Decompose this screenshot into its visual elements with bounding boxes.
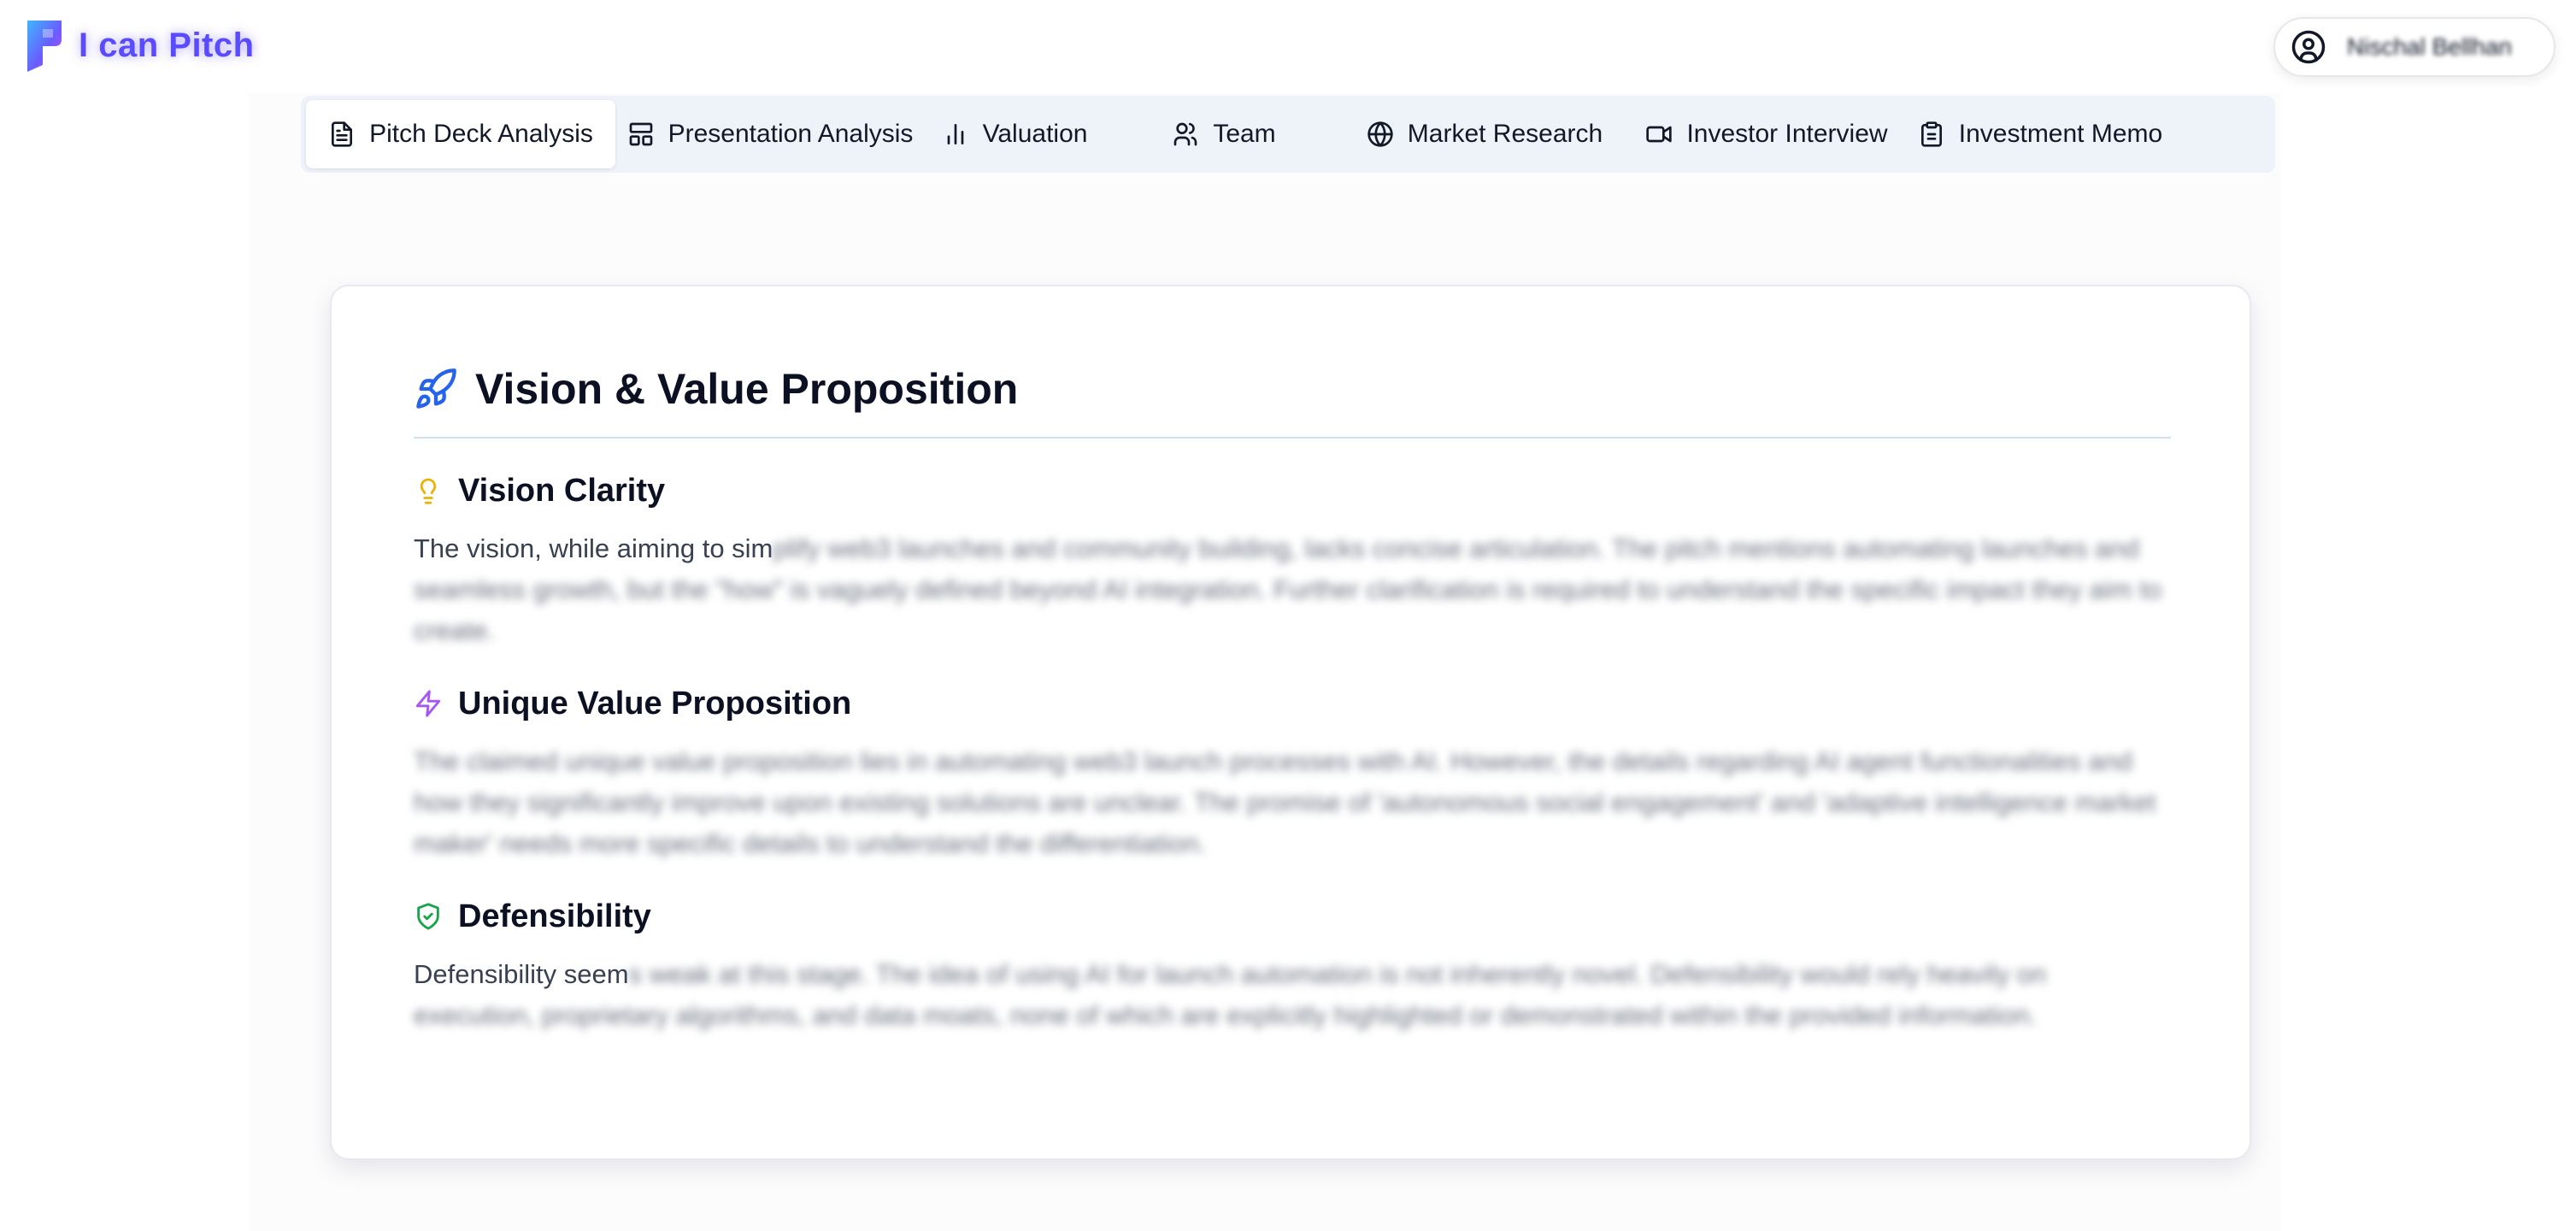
tab-market-research[interactable]: Market Research bbox=[1344, 100, 1626, 168]
tab-label: Market Research bbox=[1407, 120, 1603, 148]
tab-team[interactable]: Team bbox=[1104, 100, 1344, 168]
user-menu-button[interactable]: Nischal Bellhan bbox=[2273, 17, 2555, 77]
tab-valuation[interactable]: Valuation bbox=[925, 100, 1104, 168]
logo-mark-icon bbox=[27, 21, 62, 72]
rocket-icon bbox=[416, 368, 456, 409]
section-text: Defensibility seems weak at this stage. … bbox=[414, 959, 2047, 1030]
file-text-icon bbox=[332, 121, 353, 147]
section-title: Unique Value Proposition bbox=[458, 685, 852, 722]
tab-label: Pitch Deck Analysis bbox=[369, 120, 593, 148]
tab-label: Investor Interview bbox=[1686, 120, 1888, 148]
section-unique-value-proposition: Unique Value Proposition The claimed uni… bbox=[414, 683, 2171, 864]
tab-label: Team bbox=[1213, 120, 1276, 148]
app-name: I can Pitch bbox=[79, 26, 255, 64]
layout-icon bbox=[629, 122, 652, 146]
section-title: Vision Clarity bbox=[458, 472, 666, 509]
app-logo[interactable]: I can Pitch bbox=[22, 17, 255, 74]
section-vision-clarity: Vision Clarity The vision, while aiming … bbox=[414, 470, 2171, 651]
analysis-card: Vision & Value Proposition Vision Clarit… bbox=[330, 285, 2251, 1160]
card-title: Vision & Value Proposition bbox=[475, 365, 1019, 413]
card-header: Vision & Value Proposition bbox=[414, 365, 2171, 439]
tab-investor-interview[interactable]: Investor Interview bbox=[1626, 100, 1908, 168]
clipboard-icon bbox=[1920, 121, 1942, 147]
video-icon bbox=[1646, 126, 1673, 143]
tab-label: Presentation Analysis bbox=[668, 120, 914, 148]
user-circle-icon bbox=[2291, 29, 2326, 65]
section-text: The vision, while aiming to simplify web… bbox=[414, 533, 2161, 645]
tab-pitch-deck-analysis[interactable]: Pitch Deck Analysis bbox=[306, 100, 615, 168]
tab-investment-memo[interactable]: Investment Memo bbox=[1908, 100, 2173, 168]
bar-chart-icon bbox=[947, 124, 963, 144]
zap-icon bbox=[415, 690, 441, 717]
tab-presentation-analysis[interactable]: Presentation Analysis bbox=[615, 100, 925, 168]
section-text: The claimed unique value proposition lie… bbox=[414, 746, 2156, 858]
user-name: Nischal Bellhan bbox=[2347, 33, 2512, 60]
shield-check-icon bbox=[417, 903, 439, 930]
tab-label: Valuation bbox=[982, 120, 1088, 148]
users-icon bbox=[1173, 122, 1197, 146]
globe-icon bbox=[1367, 121, 1393, 147]
section-defensibility: Defensibility Defensibility seems weak a… bbox=[414, 896, 2171, 1036]
tab-label: Investment Memo bbox=[1958, 120, 2163, 148]
section-title: Defensibility bbox=[458, 898, 651, 934]
lightbulb-icon bbox=[420, 478, 437, 504]
analysis-tabs: Pitch Deck Analysis Presentation Analysi… bbox=[301, 96, 2275, 173]
